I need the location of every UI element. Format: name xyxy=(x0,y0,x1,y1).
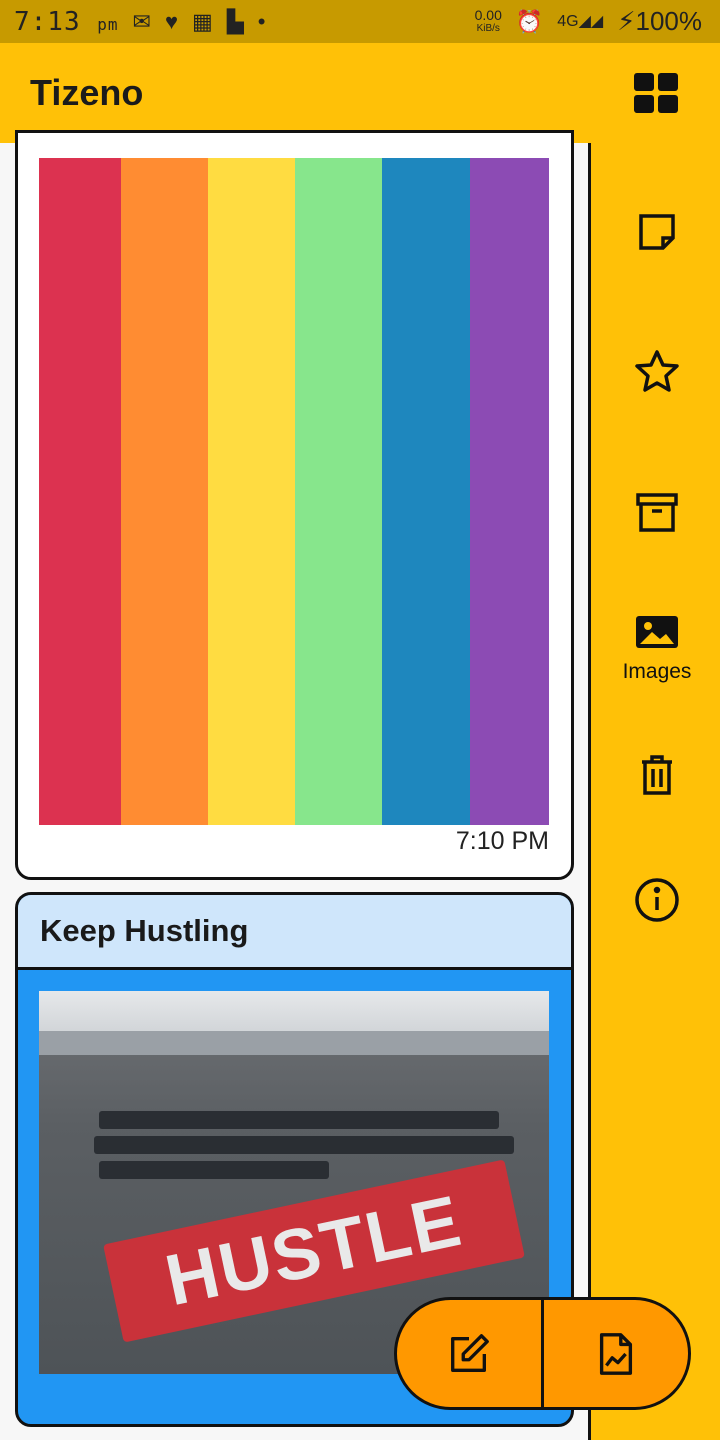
rail-item-favorites[interactable] xyxy=(591,348,720,396)
note-header: Keep Hustling xyxy=(18,895,571,970)
image-icon xyxy=(636,616,678,648)
star-icon xyxy=(635,350,679,392)
alarm-icon: ⏰ xyxy=(515,8,544,34)
net-speed-unit: KiB/s xyxy=(476,22,500,34)
network-type: 4G xyxy=(557,12,579,30)
rail-item-trash[interactable] xyxy=(591,751,720,799)
grid-view-icon[interactable] xyxy=(634,73,678,113)
net-speed-value: 0.00 xyxy=(474,6,502,23)
stripe-blue xyxy=(382,158,470,825)
sticker-text: HUSTLE xyxy=(158,1180,470,1322)
stripe-orange xyxy=(121,158,208,825)
note-icon xyxy=(639,214,675,250)
note-title: Keep Hustling xyxy=(40,913,249,948)
stripe-purple xyxy=(470,158,549,825)
keyboard-row xyxy=(94,1136,514,1154)
file-notification-icon: ▙ xyxy=(226,8,244,34)
laptop-taskbar xyxy=(39,1031,549,1055)
signal-icon: 4G◢◢ xyxy=(557,12,604,30)
status-left: 7:13 pm ✉ ♥ ▦ ▙ • xyxy=(14,7,265,37)
app-bar: Tizeno xyxy=(0,43,720,143)
battery-status: ⚡100% xyxy=(617,6,703,36)
new-image-note-button[interactable] xyxy=(541,1300,688,1407)
more-notifications-dot-icon: • xyxy=(257,8,266,34)
note-card-rainbow[interactable]: 7:10 PM xyxy=(15,130,574,880)
rainbow-image xyxy=(39,158,549,825)
info-icon xyxy=(635,878,679,922)
rail-item-images[interactable]: Images xyxy=(591,608,720,684)
rail-item-info[interactable] xyxy=(591,876,720,924)
app-title: Tizeno xyxy=(30,72,144,113)
stripe-yellow xyxy=(208,158,295,825)
clock-time: 7:13 xyxy=(14,6,81,37)
keyboard-row xyxy=(99,1161,329,1179)
rail-item-archive[interactable] xyxy=(591,488,720,536)
fab-pill xyxy=(394,1297,691,1410)
stripe-green xyxy=(295,158,382,825)
keyboard-row xyxy=(99,1111,499,1129)
battery-percent: 100% xyxy=(635,6,703,36)
rail-label-images: Images xyxy=(622,660,692,683)
stripe-red xyxy=(39,158,121,825)
rail-item-notes[interactable] xyxy=(591,208,720,256)
gmail-notification-icon: ✉ xyxy=(132,8,151,34)
note-time: 7:10 PM xyxy=(455,827,549,855)
edit-icon xyxy=(451,1333,489,1372)
navigation-rail: Images xyxy=(588,143,720,1440)
health-notification-icon: ♥ xyxy=(164,8,179,34)
trash-icon xyxy=(642,755,672,795)
image-file-icon xyxy=(599,1332,633,1375)
status-time: 7:13 pm xyxy=(14,7,119,37)
archive-icon xyxy=(636,493,678,532)
new-note-button[interactable] xyxy=(397,1300,541,1407)
clock-ampm: pm xyxy=(97,14,119,34)
status-bar: 7:13 pm ✉ ♥ ▦ ▙ • 0.00 KiB/s ⏰ 4G◢◢ ⚡100% xyxy=(0,0,720,43)
status-right: 0.00 KiB/s ⏰ 4G◢◢ ⚡100% xyxy=(475,6,702,37)
calculator-notification-icon: ▦ xyxy=(192,8,213,34)
network-speed: 0.00 KiB/s xyxy=(474,6,502,35)
